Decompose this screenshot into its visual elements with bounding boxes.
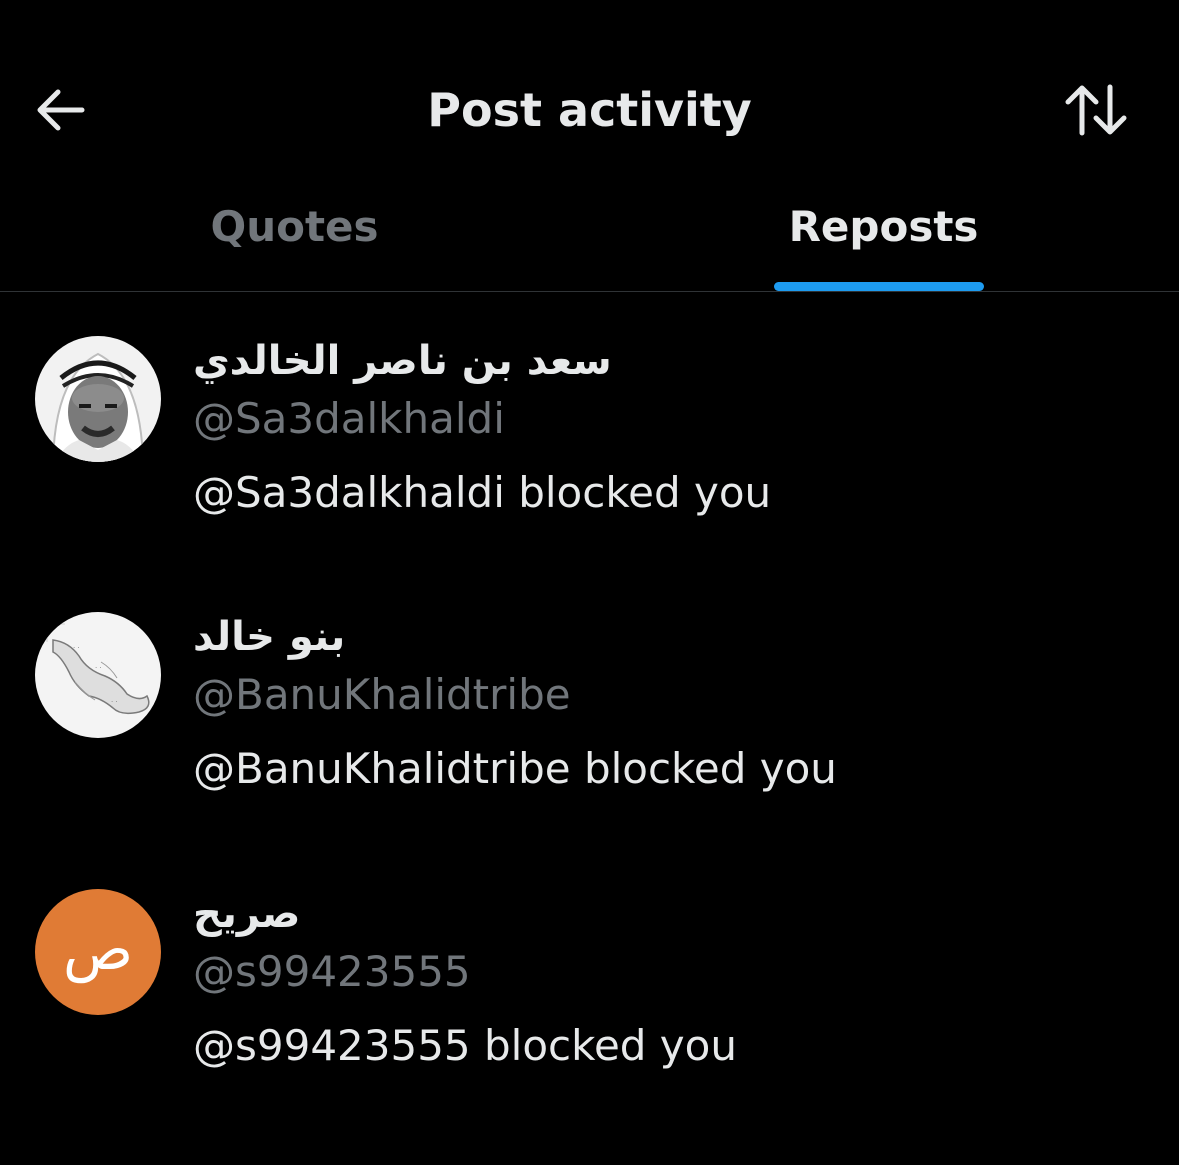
user-handle: @Sa3dalkhaldi (193, 394, 505, 443)
avatar[interactable] (35, 336, 161, 462)
list-item-user[interactable]: · · · · · · بنو خالد @BanuKhalidtribe @B… (0, 612, 1179, 888)
sort-arrows-icon (1065, 84, 1127, 136)
avatar-letter: ص (62, 915, 134, 983)
top-bar: Post activity (0, 0, 1179, 180)
page-title: Post activity (427, 83, 752, 137)
tab-bar: Quotes Reposts (0, 180, 1179, 292)
list-item-user[interactable]: سعد بن ناصر الخالدي @Sa3dalkhaldi @Sa3da… (0, 336, 1179, 612)
avatar[interactable]: · · · · · · (35, 612, 161, 738)
display-name: صريح (193, 891, 301, 937)
tab-reposts[interactable]: Reposts (589, 180, 1178, 291)
svg-text:· ·: · · (111, 698, 118, 706)
user-handle: @s99423555 (193, 947, 471, 996)
sort-button[interactable] (1060, 80, 1132, 140)
list-item-user[interactable]: ص صريح @s99423555 @s99423555 blocked you (0, 889, 1179, 1165)
tab-reposts-label: Reposts (788, 202, 979, 251)
tab-quotes[interactable]: Quotes (0, 180, 589, 291)
active-tab-indicator (774, 282, 984, 291)
arrow-left-icon (37, 89, 85, 131)
svg-text:· ·: · · (73, 644, 80, 652)
display-name: بنو خالد (193, 614, 346, 660)
person-photo-icon (35, 336, 161, 462)
user-handle: @BanuKhalidtribe (193, 670, 571, 719)
svg-text:· ·: · · (95, 664, 102, 672)
map-icon: · · · · · · (35, 612, 161, 738)
display-name: سعد بن ناصر الخالدي (193, 338, 612, 384)
blocked-status: @Sa3dalkhaldi blocked you (193, 468, 772, 517)
avatar[interactable]: ص (35, 889, 161, 1015)
blocked-status: @s99423555 blocked you (193, 1021, 737, 1070)
tab-quotes-label: Quotes (210, 202, 379, 251)
blocked-status: @BanuKhalidtribe blocked you (193, 744, 837, 793)
back-button[interactable] (30, 82, 90, 138)
